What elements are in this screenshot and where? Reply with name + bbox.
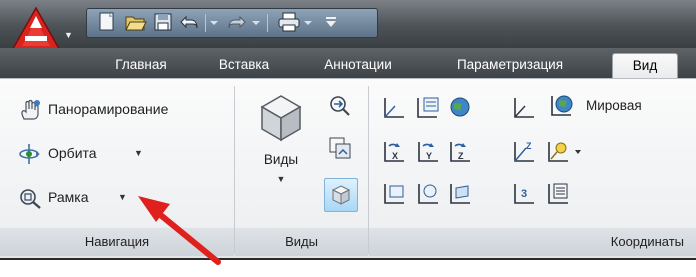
ucs-z-icon[interactable]: Z <box>446 138 474 166</box>
svg-text:3: 3 <box>521 188 527 200</box>
undo-icon[interactable] <box>179 11 203 33</box>
ucs-face-icon[interactable] <box>446 180 474 208</box>
named-views-button[interactable]: Виды ▼ <box>248 90 314 200</box>
chevron-down-icon[interactable]: ▼ <box>118 184 127 210</box>
ucs-icon[interactable] <box>380 94 408 122</box>
tab-annotate[interactable]: Аннотации <box>300 53 416 78</box>
ucs-view-icon[interactable] <box>380 180 408 208</box>
view-manager-icon[interactable] <box>326 134 354 162</box>
chevron-down-icon[interactable] <box>249 11 273 33</box>
svg-text:Y: Y <box>426 151 432 161</box>
ucs-named-icon[interactable] <box>414 94 442 122</box>
zoom-icon <box>20 189 41 209</box>
chevron-down-icon[interactable]: ▼ <box>134 140 143 166</box>
ucs-object-icon[interactable] <box>414 180 442 208</box>
separator <box>205 14 206 32</box>
zoom-label: Рамка <box>48 189 89 205</box>
svg-text:Z: Z <box>526 141 532 151</box>
save-icon[interactable] <box>151 11 175 33</box>
chevron-down-icon: ▼ <box>276 174 286 184</box>
redo-icon[interactable] <box>225 11 249 33</box>
customize-icon[interactable] <box>323 11 347 33</box>
tab-parametric[interactable]: Параметризация <box>430 53 590 78</box>
drawing-area-edge <box>0 258 696 277</box>
chevron-down-icon[interactable] <box>301 11 325 33</box>
open-icon[interactable] <box>123 11 147 33</box>
autocad-window: ▼ Главная Вставка Аннотации Параметризац… <box>0 0 696 277</box>
pan-label: Панорамирование <box>48 101 169 117</box>
svg-text:Z: Z <box>458 151 464 161</box>
separator <box>267 14 268 32</box>
ucs-x-icon[interactable]: X <box>380 138 408 166</box>
ucs-world-label: Мировая <box>586 98 642 113</box>
ucs-settings-icon[interactable] <box>544 180 572 208</box>
navigation-panel-title[interactable]: Навигация <box>0 228 234 256</box>
plot-icon[interactable] <box>277 11 301 33</box>
zoom-window-button[interactable]: Рамка ▼ <box>18 184 138 210</box>
svg-text:X: X <box>392 151 398 161</box>
view-restore-icon[interactable] <box>326 92 354 120</box>
tab-insert[interactable]: Вставка <box>196 53 292 78</box>
ucs-world-icon[interactable] <box>510 94 538 122</box>
ucs-3point-icon[interactable]: 3 <box>510 180 538 208</box>
chevron-down-icon: ▼ <box>64 30 73 40</box>
orbit-icon <box>19 144 40 164</box>
ucs-y-icon[interactable]: Y <box>414 138 442 166</box>
quick-access-toolbar <box>86 8 378 38</box>
views-cube-icon <box>260 95 302 142</box>
viewcube-toggle-icon[interactable] <box>324 178 358 212</box>
ucs-world-globe-icon[interactable] <box>446 94 474 122</box>
ucs-zaxis-icon[interactable]: Z <box>510 138 538 166</box>
pan-hand-icon <box>21 99 40 120</box>
views-label: Виды <box>263 152 299 167</box>
views-panel-title[interactable]: Виды <box>235 228 368 256</box>
coordinates-panel-title[interactable]: Координаты <box>369 228 696 256</box>
tab-view[interactable]: Вид <box>612 53 678 79</box>
ribbon-tabs: Главная Вставка Аннотации Параметризация… <box>0 48 696 79</box>
new-icon[interactable] <box>95 11 119 33</box>
tab-home[interactable]: Главная <box>92 53 190 78</box>
ucs-origin-icon[interactable] <box>544 138 584 166</box>
orbit-button[interactable]: Орбита ▼ <box>18 140 158 166</box>
title-bar: ▼ <box>0 0 696 55</box>
orbit-label: Орбита <box>48 145 97 161</box>
pan-button[interactable]: Панорамирование <box>18 96 228 122</box>
